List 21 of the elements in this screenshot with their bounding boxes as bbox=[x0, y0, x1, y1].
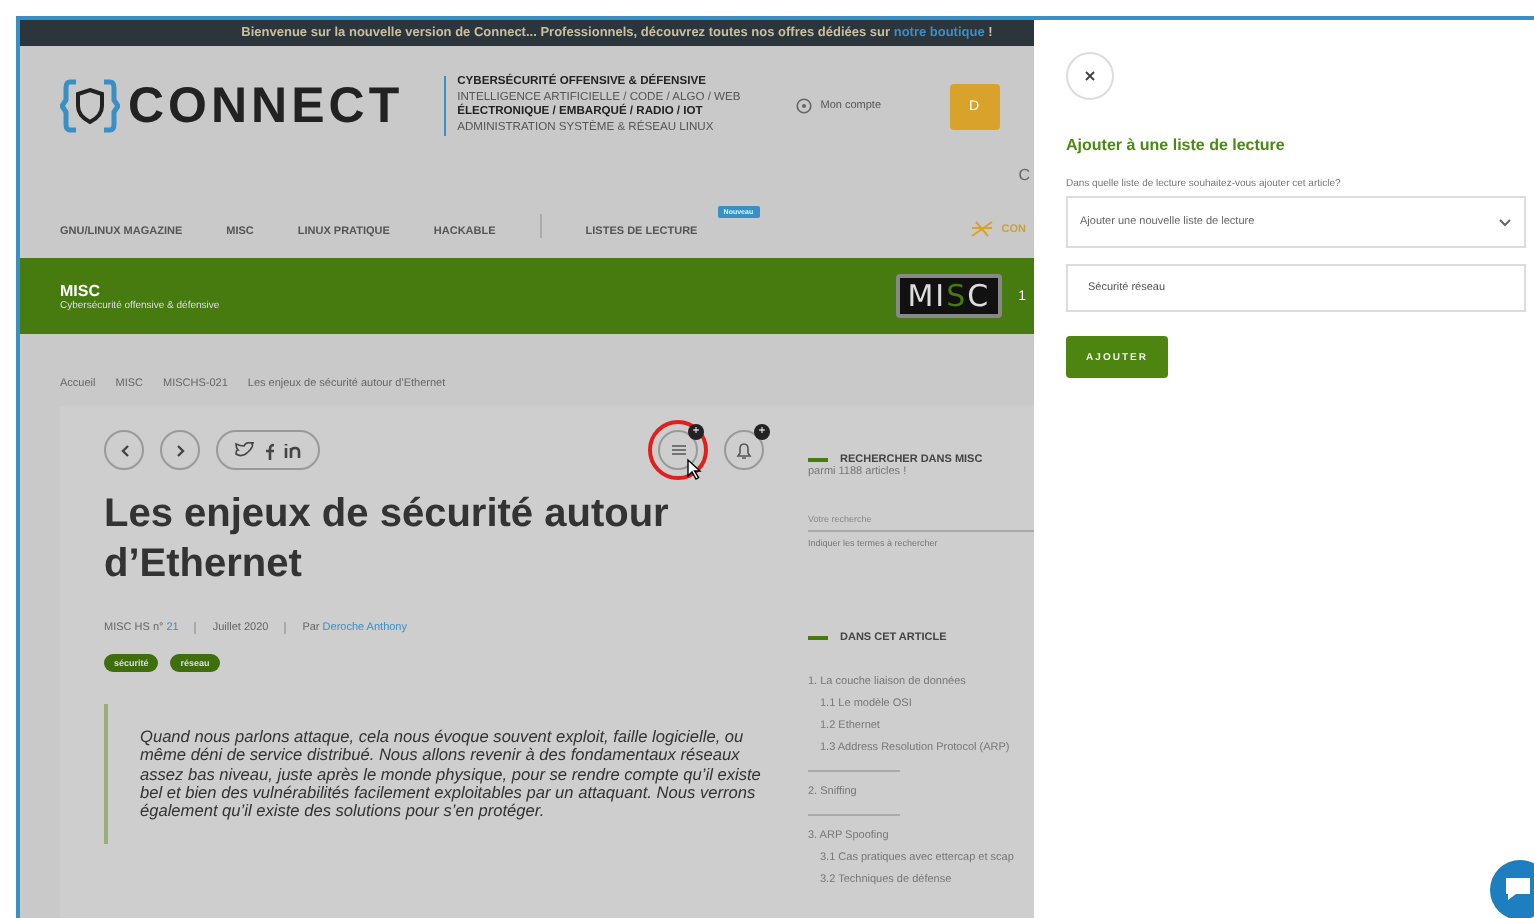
user-icon bbox=[796, 98, 813, 114]
chevron-left-icon bbox=[119, 443, 129, 457]
article-abstract: Quand nous parlons attaque, cela nous évoque souvent exploit, faille logicielle, ou même déni de service distribué. Nous allons revenir à des fondamentaux réseaux assez bas niveau, juste après le monde physique, pour se rendre compte qu’il existe bel et bien des vulnérabilités facilement exploitables par un attaquant. Nous verrons également qu’il existe des solutions pour s’en protéger. bbox=[104, 704, 764, 845]
bird-icon[interactable] bbox=[234, 442, 254, 458]
article-title: Les enjeux de sécurité autour d’Ethernet bbox=[104, 490, 671, 590]
chevron-right-icon bbox=[175, 443, 185, 457]
chevron-down-icon bbox=[1498, 217, 1512, 227]
chat-bubble-icon[interactable] bbox=[1490, 860, 1534, 918]
panel-title: Ajouter à une liste de lecture bbox=[1066, 136, 1287, 154]
section-title: MISC bbox=[60, 281, 102, 299]
bell-icon bbox=[736, 441, 752, 459]
logo-text: CONNECT bbox=[128, 77, 404, 135]
shield-logo-icon bbox=[60, 76, 120, 136]
close-icon bbox=[1084, 70, 1096, 82]
sparkle-icon bbox=[969, 220, 994, 238]
pointer-cursor-icon bbox=[686, 458, 702, 480]
f-letter-icon[interactable] bbox=[264, 441, 274, 459]
lines-icon bbox=[671, 444, 685, 456]
magazine-logo: MI SC bbox=[895, 274, 1003, 318]
in-letters-icon[interactable] bbox=[284, 442, 302, 458]
header-text: C bbox=[1016, 166, 1032, 186]
